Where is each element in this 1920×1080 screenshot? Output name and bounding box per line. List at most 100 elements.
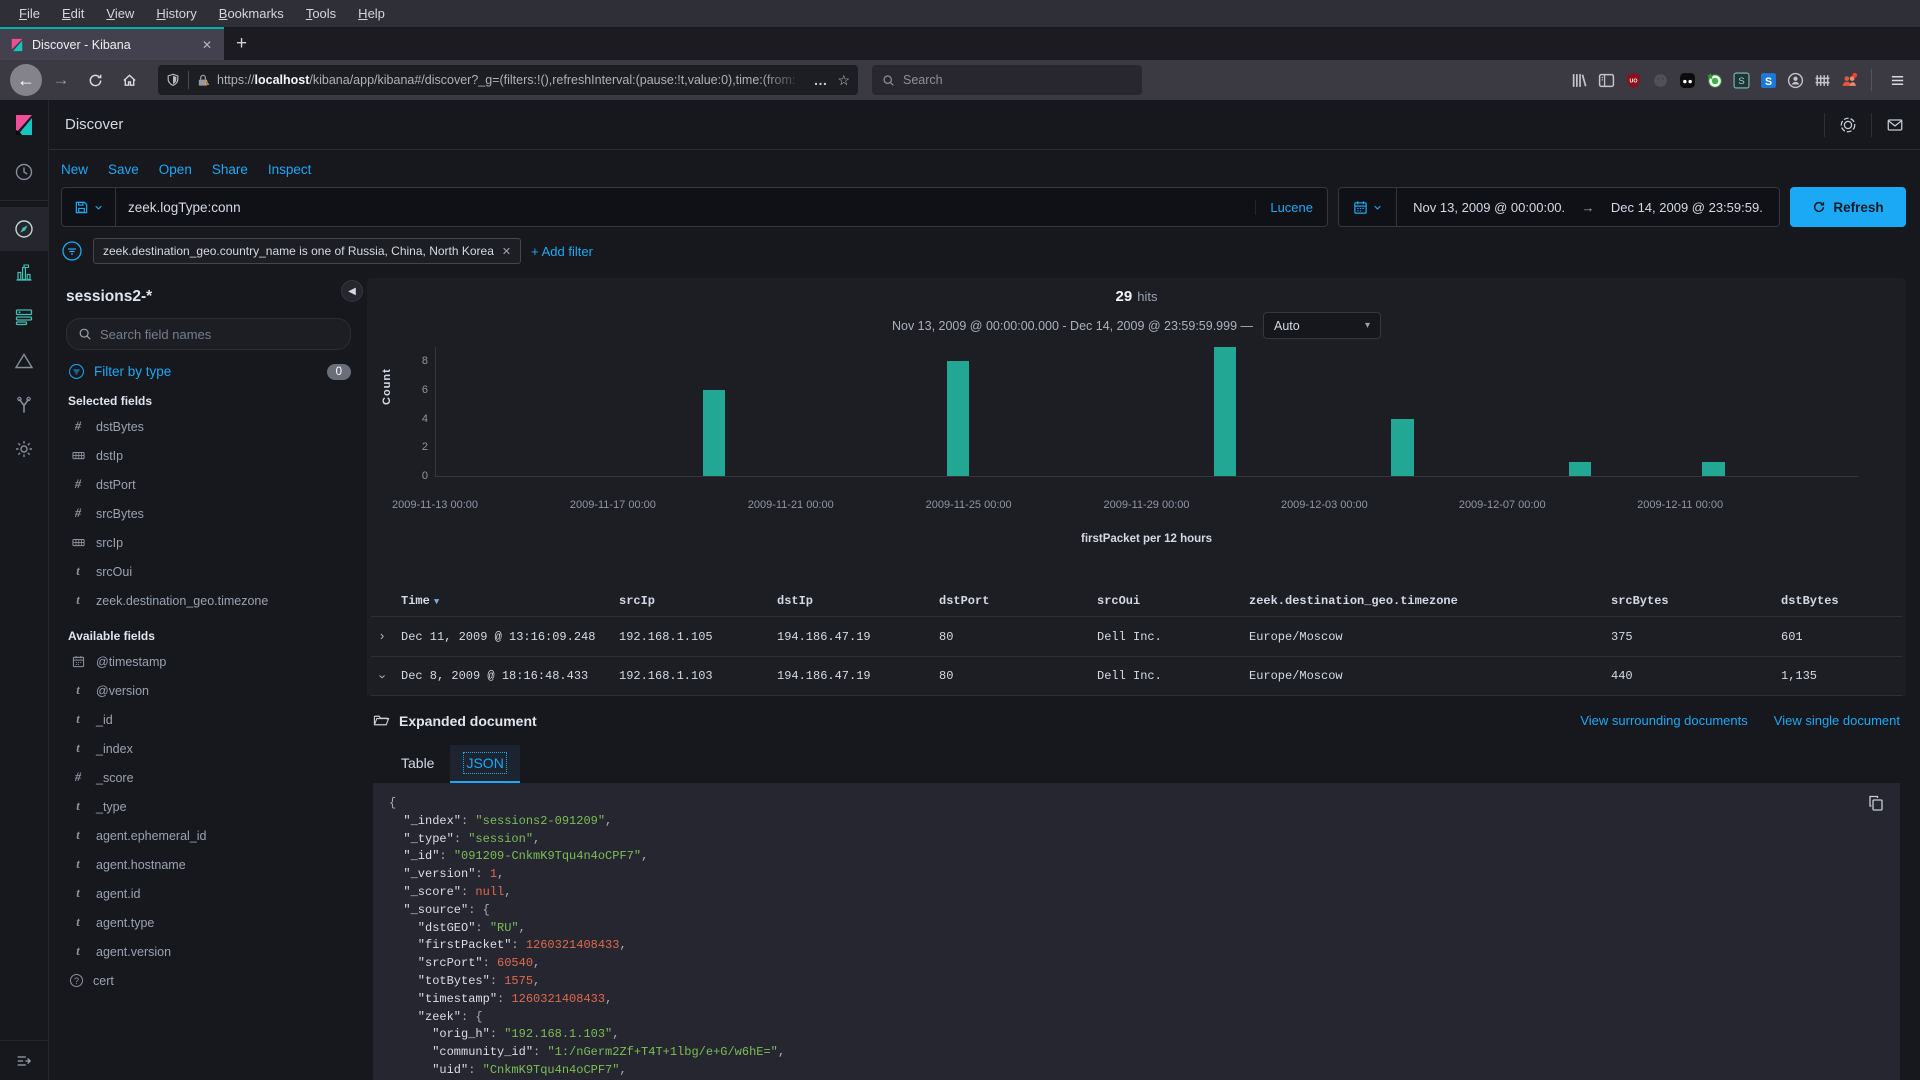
rail-item-visualize[interactable] <box>0 251 49 295</box>
field-item-@version[interactable]: t@version <box>66 676 351 705</box>
rail-item-discover[interactable] <box>0 207 49 251</box>
browser-search[interactable]: Search <box>872 65 1142 95</box>
column-header-dstIp[interactable]: dstIp <box>777 594 939 608</box>
histogram-bar[interactable] <box>1214 347 1236 476</box>
field-item-_id[interactable]: t_id <box>66 705 351 734</box>
field-item-_score[interactable]: #_score <box>66 763 351 792</box>
field-item-agent.type[interactable]: tagent.type <box>66 908 351 937</box>
menu-history[interactable]: History <box>147 3 205 24</box>
field-item-agent.id[interactable]: tagent.id <box>66 879 351 908</box>
chevron-collapsed-icon[interactable]: › <box>378 629 386 644</box>
field-item-zeek.destination_geo.timezone[interactable]: tzeek.destination_geo.timezone <box>66 586 351 615</box>
menu-bookmarks[interactable]: Bookmarks <box>210 3 293 24</box>
rail-item-recently-viewed[interactable] <box>0 150 49 194</box>
field-item-agent.version[interactable]: tagent.version <box>66 937 351 966</box>
stylus-s-icon[interactable]: S <box>1731 70 1751 90</box>
field-item-srcBytes[interactable]: #srcBytes <box>66 499 351 528</box>
green-star-icon[interactable] <box>1704 70 1724 90</box>
field-item-srcIp[interactable]: srcIp <box>66 528 351 557</box>
sidebar-icon[interactable] <box>1596 70 1616 90</box>
fence-icon[interactable] <box>1812 70 1832 90</box>
tracking-shield-icon[interactable] <box>166 73 180 87</box>
interval-select[interactable]: Auto▾ <box>1263 312 1381 339</box>
menu-file[interactable]: File <box>10 3 49 24</box>
chevron-expanded-icon[interactable]: › <box>375 672 390 680</box>
reload-button[interactable] <box>80 65 110 95</box>
rail-item-management[interactable] <box>0 427 49 471</box>
query-language-button[interactable]: Lucene <box>1255 200 1327 215</box>
index-pattern-title[interactable]: sessions2-* <box>66 288 351 306</box>
tab-json[interactable]: JSON <box>450 745 519 783</box>
menu-edit[interactable]: Edit <box>53 3 93 24</box>
column-header-dstPort[interactable]: dstPort <box>939 594 1097 608</box>
nav-link-save[interactable]: Save <box>108 162 139 177</box>
field-item-agent.ephemeral_id[interactable]: tagent.ephemeral_id <box>66 821 351 850</box>
url-bar[interactable]: https://localhost/kibana/app/kibana#/dis… <box>158 65 858 95</box>
histogram-bar[interactable] <box>1569 462 1591 476</box>
column-header-Time[interactable]: Time▼ <box>401 594 619 608</box>
new-tab-button[interactable]: + <box>224 27 259 60</box>
collapse-sidebar-button[interactable]: ◀ <box>341 280 363 302</box>
field-item-@timestamp[interactable]: @timestamp <box>66 647 351 676</box>
link-view-surrounding-documents[interactable]: View surrounding documents <box>1580 713 1747 728</box>
forward-button[interactable]: → <box>46 65 76 95</box>
library-icon[interactable] <box>1569 70 1589 90</box>
column-header-dstBytes[interactable]: dstBytes <box>1781 594 1902 608</box>
table-row[interactable]: ›Dec 11, 2009 @ 13:16:09.248192.168.1.10… <box>371 616 1902 656</box>
url-text[interactable]: https://localhost/kibana/app/kibana#/dis… <box>217 73 809 87</box>
refresh-button[interactable]: Refresh <box>1790 187 1906 227</box>
link-view-single-document[interactable]: View single document <box>1774 713 1900 728</box>
field-item-_type[interactable]: t_type <box>66 792 351 821</box>
histogram-bar[interactable] <box>1391 419 1413 476</box>
browser-tab[interactable]: Discover - Kibana ✕ <box>0 27 224 60</box>
expand-row-icon[interactable]: › <box>371 669 401 684</box>
histogram-bar[interactable] <box>947 361 969 476</box>
back-button[interactable]: ← <box>10 64 42 96</box>
column-header-zeek.destination_geo.timezone[interactable]: zeek.destination_geo.timezone <box>1249 594 1611 608</box>
container-dots-icon[interactable] <box>1677 70 1697 90</box>
filter-by-type[interactable]: Filter by type 0 <box>68 363 351 380</box>
field-search-input[interactable]: Search field names <box>66 318 351 350</box>
collapse-nav-icon[interactable] <box>0 1040 49 1080</box>
menu-view[interactable]: View <box>97 3 143 24</box>
tab-table[interactable]: Table <box>385 745 450 783</box>
remove-filter-icon[interactable]: ✕ <box>502 245 511 258</box>
insecure-lock-icon[interactable] <box>196 73 211 88</box>
histogram-bar[interactable] <box>703 390 725 476</box>
disabled-extension-icon[interactable] <box>1650 70 1670 90</box>
proxy-people-icon[interactable] <box>1839 70 1859 90</box>
date-picker-menu-button[interactable] <box>1339 188 1397 226</box>
nav-link-inspect[interactable]: Inspect <box>268 162 312 177</box>
histogram-bar[interactable] <box>1702 462 1724 476</box>
filter-options-icon[interactable] <box>61 240 83 262</box>
page-actions-icon[interactable]: … <box>813 72 827 88</box>
field-item-_index[interactable]: t_index <box>66 734 351 763</box>
kibana-logo[interactable] <box>0 100 48 150</box>
nav-link-open[interactable]: Open <box>159 162 192 177</box>
column-header-srcBytes[interactable]: srcBytes <box>1611 594 1781 608</box>
table-row[interactable]: ›Dec 8, 2009 @ 18:16:48.433192.168.1.103… <box>371 656 1902 696</box>
filter-pill[interactable]: zeek.destination_geo.country_name is one… <box>93 238 521 264</box>
bookmark-star-icon[interactable]: ☆ <box>837 72 850 89</box>
column-header-srcOui[interactable]: srcOui <box>1097 594 1249 608</box>
nav-link-new[interactable]: New <box>61 162 88 177</box>
account-person-icon[interactable] <box>1785 70 1805 90</box>
query-input[interactable]: zeek.logType:conn <box>116 200 1255 215</box>
tab-close-icon[interactable]: ✕ <box>198 36 216 54</box>
saved-query-menu-button[interactable] <box>62 188 116 226</box>
mail-icon[interactable] <box>1886 116 1904 134</box>
column-header-srcIp[interactable]: srcIp <box>619 594 777 608</box>
field-item-srcOui[interactable]: tsrcOui <box>66 557 351 586</box>
help-icon[interactable] <box>1839 116 1857 134</box>
date-from[interactable]: Nov 13, 2009 @ 00:00:00. <box>1413 200 1565 215</box>
home-button[interactable] <box>114 65 144 95</box>
rail-item-dev-tools[interactable] <box>0 383 49 427</box>
field-item-dstBytes[interactable]: #dstBytes <box>66 412 351 441</box>
date-to[interactable]: Dec 14, 2009 @ 23:59:59. <box>1611 200 1763 215</box>
field-item-agent.hostname[interactable]: tagent.hostname <box>66 850 351 879</box>
rail-item-canvas[interactable] <box>0 339 49 383</box>
expand-row-icon[interactable]: › <box>371 629 401 644</box>
field-item-dstIp[interactable]: dstIp <box>66 441 351 470</box>
field-item-cert[interactable]: ?cert <box>66 966 351 995</box>
menu-tools[interactable]: Tools <box>297 3 345 24</box>
